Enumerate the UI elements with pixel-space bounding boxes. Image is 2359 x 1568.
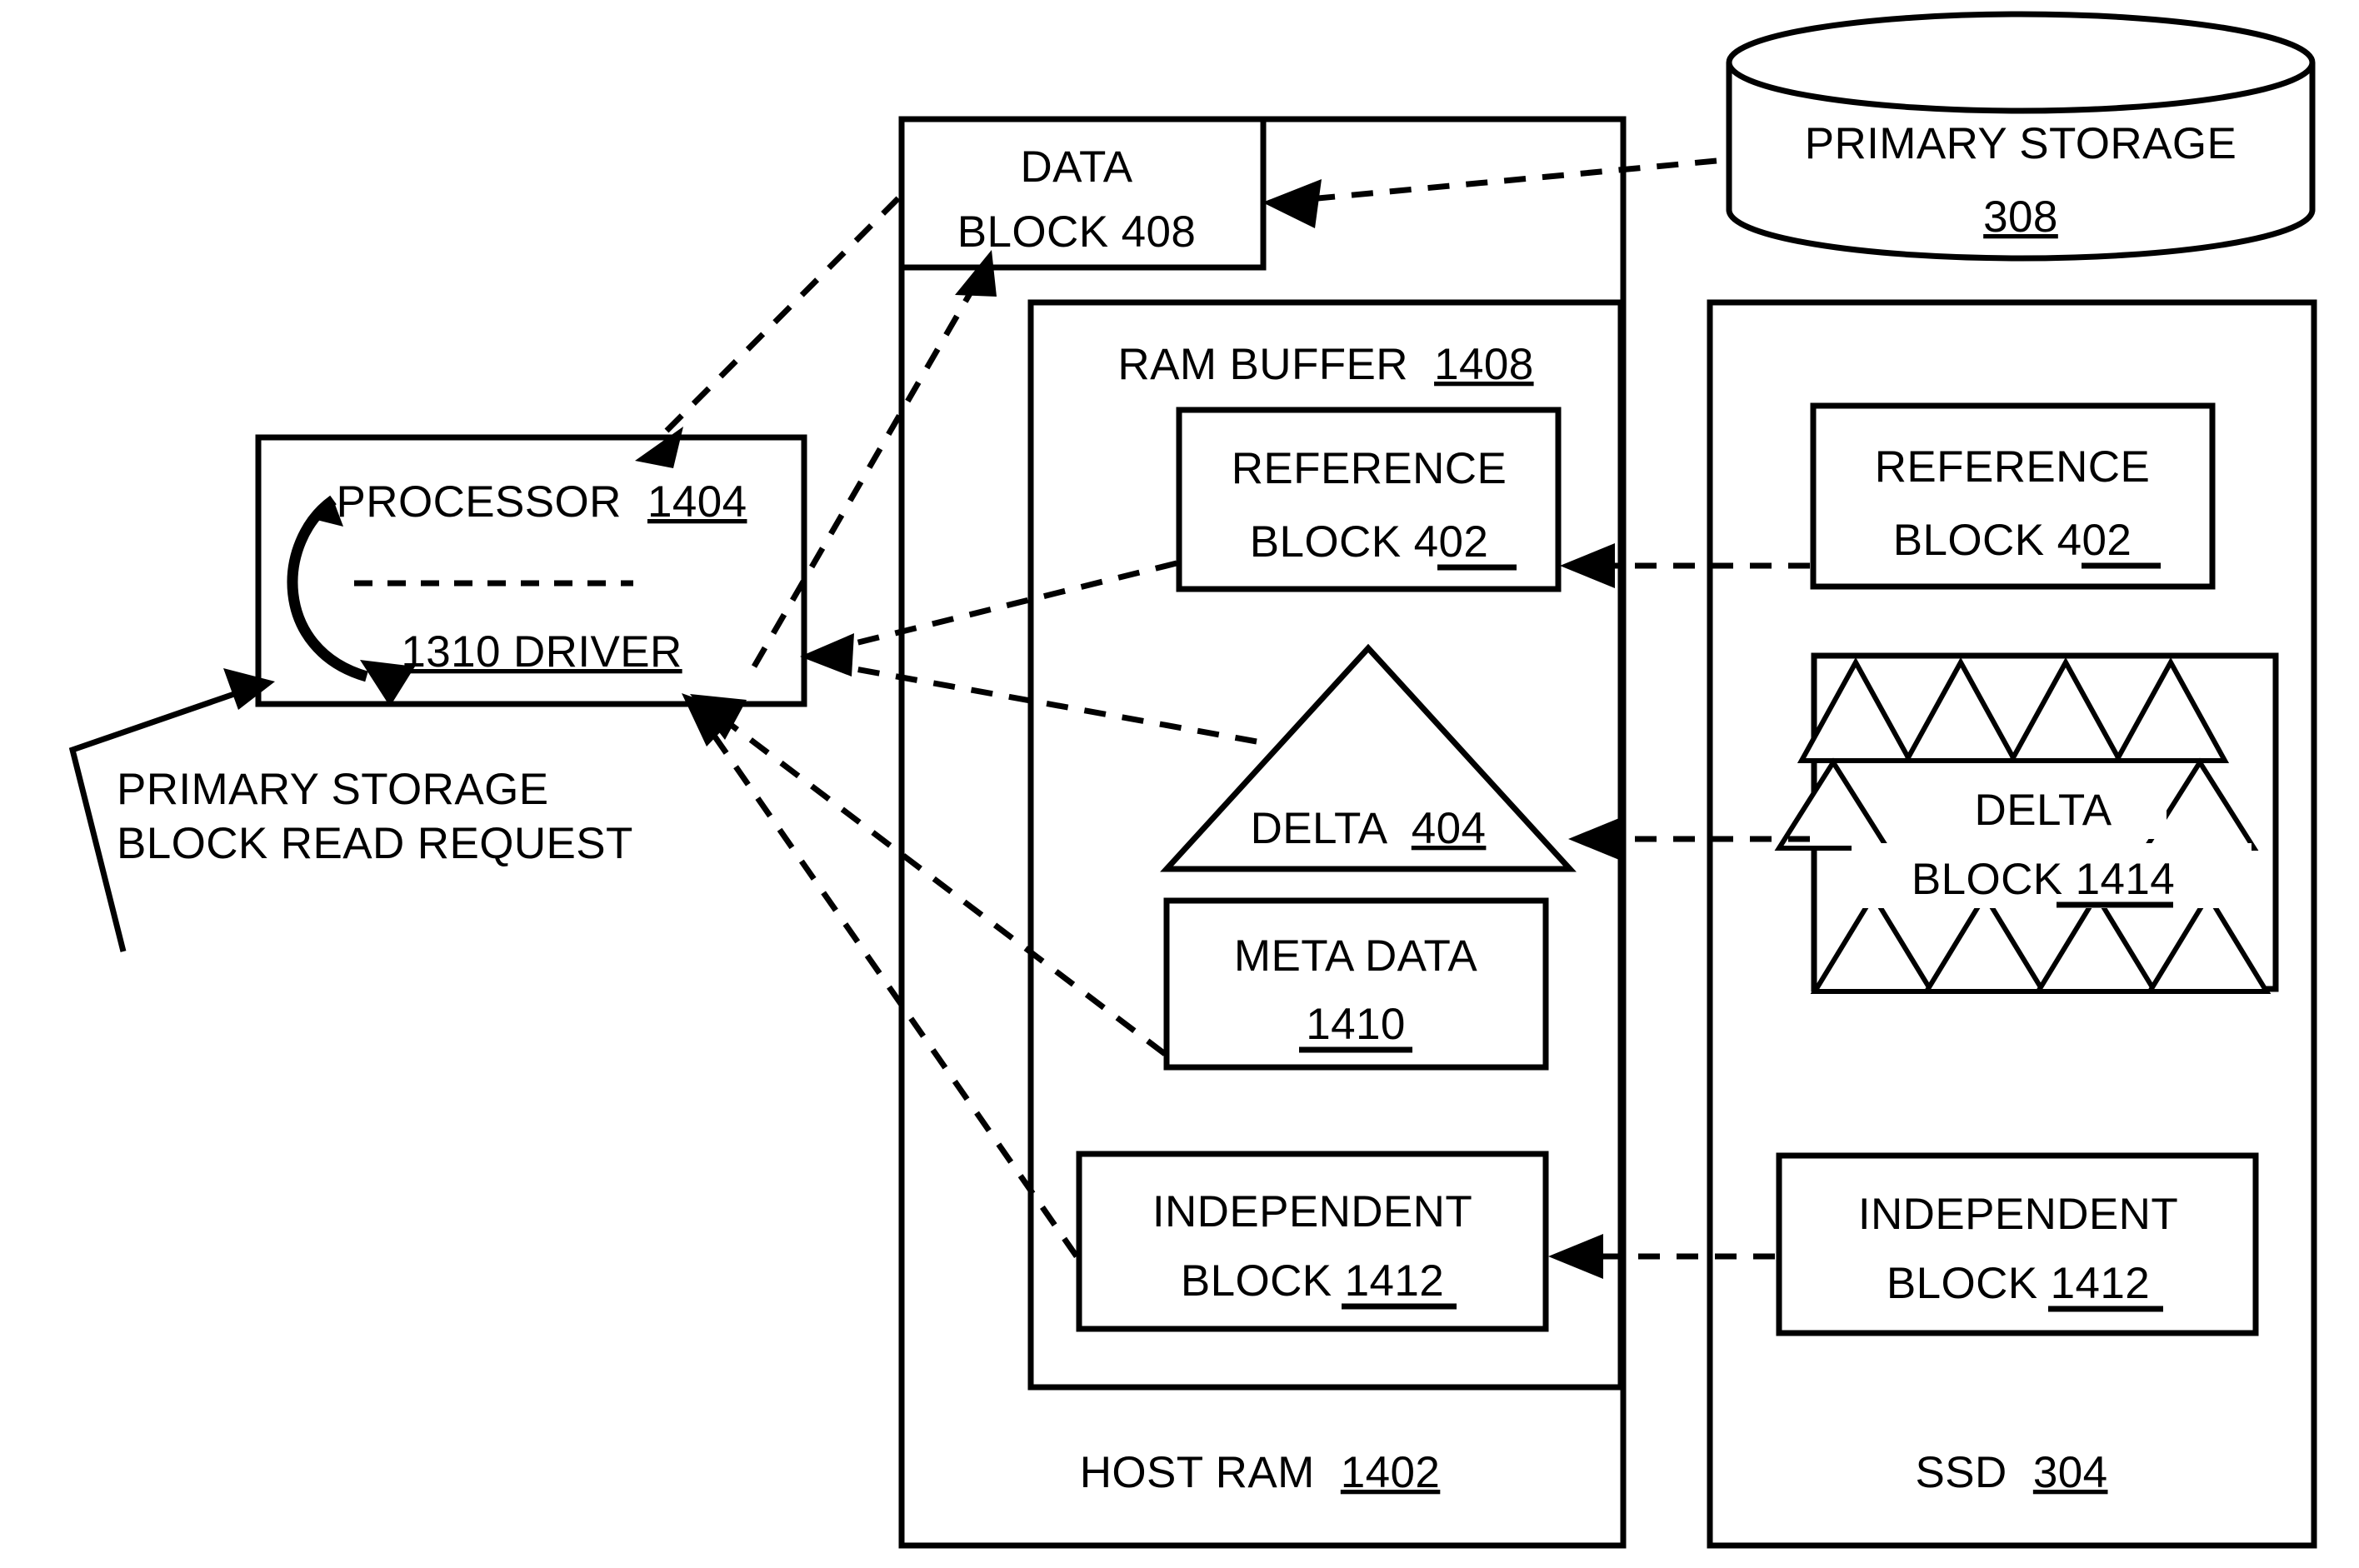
- conn-host-ram-line: [664, 196, 901, 433]
- ram-reference-block-402: REFERENCE BLOCK 402: [1176, 407, 1562, 592]
- delta-triangle-row-top: [1797, 657, 2230, 763]
- ram-independent-block-1412: INDEPENDENT BLOCK 1412: [1076, 1151, 1549, 1332]
- ssd-delta-block-1414: DELTA BLOCK 1414: [1774, 652, 2279, 994]
- primary-storage-cylinder: PRIMARY STORAGE 308: [1726, 11, 2316, 262]
- ssd-delta-block-line2: BLOCK 1414: [1912, 855, 2175, 904]
- processor-curve-arrowhead-bottom: [360, 660, 415, 707]
- ssd-delta-block-line1: DELTA: [1975, 786, 2112, 835]
- conn-ram-independent-block-to-driver: [682, 693, 1079, 1258]
- conn-ssdindep-arrowhead: [1548, 1234, 1603, 1279]
- patent-diagram: HOST RAM 1402 DATA BLOCK 408 RAM BUFFER …: [68, 11, 2317, 1549]
- conn-primary-storage-to-data-block: [1262, 157, 1717, 228]
- conn-ssddelta-arrowhead: [1568, 816, 1623, 861]
- data-block-line2: BLOCK 408: [957, 207, 1196, 257]
- conn-ssd-delta-to-ram-delta: [1568, 816, 1810, 861]
- ram-independent-block-line1: INDEPENDENT: [1152, 1187, 1472, 1236]
- ssd-reference-block-line2: BLOCK 402: [1893, 516, 2132, 565]
- diagram-canvas: HOST RAM 1402 DATA BLOCK 408 RAM BUFFER …: [0, 0, 2359, 1568]
- primary-storage-ref: 308: [1983, 192, 2058, 242]
- conn-meta-driver-line: [724, 719, 1167, 1056]
- conn-host-ram-to-processor: [635, 196, 901, 468]
- ram-meta-data-line1: META DATA: [1234, 931, 1477, 981]
- ram-delta-label: DELTA 404: [1251, 804, 1487, 853]
- conn-ssd-reference-to-ram-reference: [1560, 543, 1810, 588]
- conn-driver-to-data-block: [751, 250, 997, 668]
- conn-ram-reference-block-to-driver: [800, 560, 1177, 677]
- driver-label: 1310 DRIVER: [401, 627, 682, 677]
- conn-ssdref-arrowhead: [1560, 543, 1615, 588]
- ssd-independent-block-line1: INDEPENDENT: [1858, 1190, 2178, 1239]
- conn-ssd-independent-to-ram-independent: [1548, 1234, 1775, 1279]
- data-block-408: DATA BLOCK 408: [898, 116, 1267, 271]
- processor-label: PROCESSOR 1404: [337, 477, 747, 527]
- conn-indep-driver-line: [710, 732, 1079, 1258]
- read-request-line1: PRIMARY STORAGE: [117, 765, 548, 814]
- ssd-reference-block-line1: REFERENCE: [1875, 442, 2150, 492]
- ram-reference-block-line2: BLOCK 402: [1250, 517, 1488, 567]
- primary-storage-top: [1726, 11, 2316, 114]
- conn-driver-datablock-line: [751, 283, 978, 668]
- delta-triangle-row-bottom: [1810, 891, 2272, 994]
- ram-reference-block-line1: REFERENCE: [1232, 444, 1507, 493]
- ram-meta-data-line2: 1410: [1306, 1000, 1406, 1049]
- ram-independent-block-line2: BLOCK 1412: [1181, 1256, 1444, 1306]
- ram-meta-data-1410: META DATA 1410: [1163, 897, 1549, 1071]
- read-request-leader: PRIMARY STORAGE BLOCK READ REQUEST: [68, 668, 633, 952]
- processor-box-group: PROCESSOR 1404 1310 DRIVER: [255, 434, 807, 707]
- conn-ram-meta-data-to-driver: [690, 694, 1167, 1056]
- conn-host-ram-arrowhead: [635, 427, 683, 468]
- conn-primary-storage-line: [1299, 157, 1717, 203]
- ssd-reference-block-402: REFERENCE BLOCK 402: [1810, 402, 2216, 590]
- ssd-independent-block-1412: INDEPENDENT BLOCK 1412: [1776, 1152, 2259, 1336]
- read-request-line2: BLOCK READ REQUEST: [117, 819, 633, 868]
- ssd-label: SSD 304: [1916, 1448, 2108, 1497]
- conn-ref-driver-line: [841, 560, 1177, 650]
- conn-ref-driver-arrowhead: [800, 633, 854, 677]
- primary-storage-line1: PRIMARY STORAGE: [1805, 119, 2237, 168]
- ssd-independent-block-line2: BLOCK 1412: [1887, 1259, 2150, 1308]
- ram-delta-404: DELTA 404: [1160, 643, 1577, 872]
- host-ram-label: HOST RAM 1402: [1080, 1448, 1441, 1497]
- data-block-line1: DATA: [1020, 142, 1132, 192]
- ram-buffer-label: RAM BUFFER 1408: [1117, 340, 1533, 389]
- conn-primary-storage-arrowhead: [1262, 179, 1322, 228]
- conn-driver-datablock-arrowhead: [955, 250, 997, 297]
